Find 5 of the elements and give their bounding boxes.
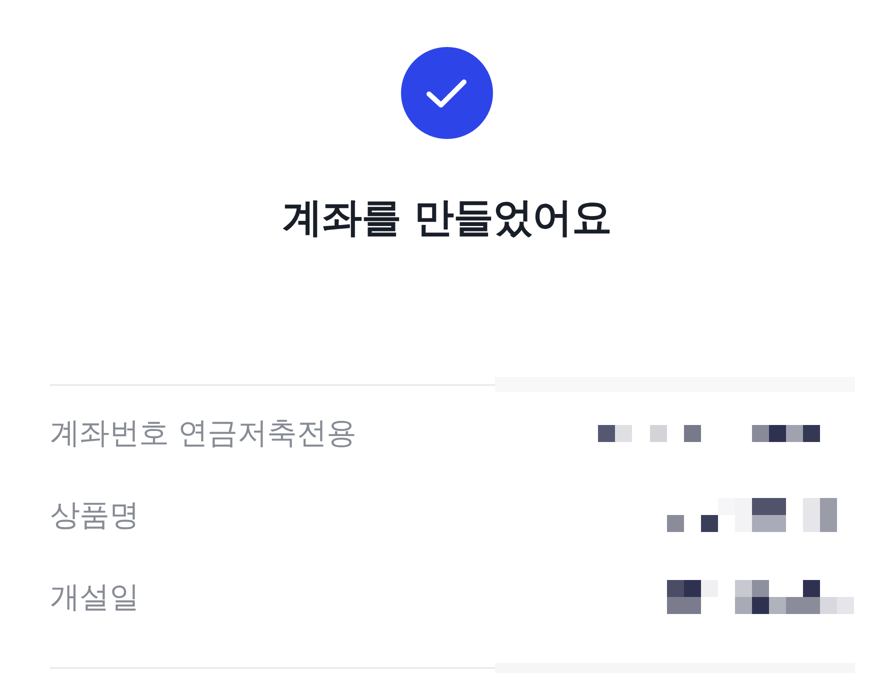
check-circle-icon bbox=[401, 47, 493, 139]
detail-label: 상품명 bbox=[50, 496, 140, 534]
title: 계좌를 만들었어요 bbox=[282, 194, 612, 242]
detail-label: 계좌번호 연금저축전용 bbox=[50, 414, 356, 452]
detail-label: 개설일 bbox=[50, 578, 140, 616]
